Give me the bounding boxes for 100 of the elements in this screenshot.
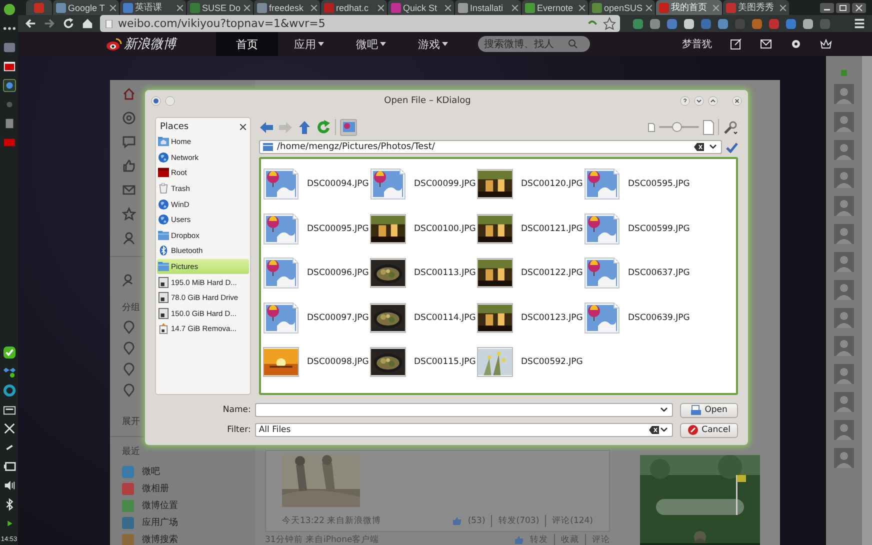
close-icon[interactable] [852, 2, 866, 12]
file-item[interactable]: DSC00123.JPG [477, 296, 584, 340]
avatar-icon[interactable] [834, 420, 854, 440]
extension-icon[interactable] [802, 18, 814, 30]
help-icon[interactable] [680, 96, 690, 106]
app-link[interactable]: 微相册 [122, 480, 255, 497]
file-item[interactable]: DSC00097.JPG [263, 296, 370, 340]
restore-icon[interactable] [836, 2, 850, 12]
avatar-icon[interactable] [834, 84, 854, 104]
extension-icon[interactable] [683, 18, 695, 30]
file-item[interactable]: DSC00637.JPG [584, 251, 691, 296]
home-icon[interactable] [81, 17, 94, 30]
browser-tab[interactable]: Installati [455, 0, 521, 15]
browser-tab[interactable]: Google T [53, 0, 119, 15]
search-icon[interactable] [568, 39, 578, 49]
thumbs-up-icon[interactable] [514, 535, 524, 545]
star-icon[interactable] [122, 207, 136, 221]
browser-icon[interactable] [2, 79, 16, 92]
file-item[interactable]: DSC00114.JPG [370, 296, 477, 340]
address-bar[interactable]: weibo.com/vikiyou?topnav=1&wvr=5 [100, 15, 620, 32]
crown-icon[interactable] [820, 38, 832, 50]
file-item[interactable]: DSC00094.JPG [263, 162, 370, 206]
filter-field[interactable]: All Files [254, 423, 674, 437]
dropdown-icon[interactable] [659, 426, 670, 434]
file-item[interactable]: DSC00095.JPG [263, 206, 370, 251]
battery-icon[interactable] [2, 460, 16, 473]
app-link[interactable]: 微博位置 [122, 497, 255, 514]
file-item[interactable]: DSC00599.JPG [584, 206, 691, 251]
minimize-icon[interactable] [820, 2, 834, 12]
browser-tab[interactable]: 英语课 [120, 0, 186, 15]
app-link[interactable]: 微吧 [122, 463, 255, 480]
avatar-icon[interactable] [834, 140, 854, 160]
app-link[interactable]: 应用广场 [122, 514, 255, 531]
location-pin-icon[interactable] [122, 362, 136, 376]
browser-tab[interactable]: Quick St [388, 0, 454, 15]
file-item[interactable]: DSC00120.JPG [477, 162, 584, 206]
file-item[interactable]: DSC00121.JPG [477, 206, 584, 251]
star-icon[interactable] [603, 17, 616, 30]
avatar-icon[interactable] [834, 224, 854, 244]
browser-tab[interactable]: Evernote [522, 0, 588, 15]
clear-icon[interactable] [694, 143, 704, 151]
dropdown-icon[interactable] [659, 406, 670, 414]
thumbs-up-icon[interactable] [452, 516, 462, 526]
extension-icon[interactable] [717, 18, 729, 30]
dropbox-icon[interactable] [2, 365, 16, 378]
file-item[interactable]: DSC00100.JPG [370, 206, 477, 251]
browser-tab[interactable]: redhat.c [321, 0, 387, 15]
avatar-icon[interactable] [834, 364, 854, 384]
file-item[interactable]: DSC00098.JPG [263, 340, 370, 384]
path-field[interactable]: /home/mengz/Pictures/Photos/Test/ [259, 140, 722, 154]
nav-item[interactable]: 游戏 [402, 32, 464, 56]
avatar-icon[interactable] [834, 336, 854, 356]
maximize-icon[interactable] [708, 96, 718, 106]
browser-tab[interactable]: SUSE Do [187, 0, 253, 15]
avatar-icon[interactable] [834, 112, 854, 132]
open-button[interactable]: Open [680, 402, 738, 418]
avatar-icon[interactable] [834, 448, 854, 468]
file-item[interactable]: DSC00099.JPG [370, 162, 477, 206]
file-item[interactable]: DSC00115.JPG [370, 340, 477, 384]
nav-item[interactable]: 首页 [216, 32, 278, 56]
mail-icon[interactable] [760, 38, 772, 50]
settings-icon[interactable] [790, 38, 802, 50]
user-name[interactable]: 梦普犹 [682, 37, 712, 51]
browser-tab[interactable]: 我的首页 [656, 0, 722, 15]
thumbs-up-icon[interactable] [122, 159, 136, 173]
file-item[interactable]: DSC00595.JPG [584, 162, 691, 206]
browser-tab[interactable]: openSUS [589, 0, 655, 15]
comment-icon[interactable] [122, 135, 136, 149]
slider-thumb[interactable] [672, 122, 682, 132]
nav-item[interactable]: 微吧 [340, 32, 402, 56]
location-pin-icon[interactable] [122, 320, 136, 334]
menu-icon[interactable] [853, 17, 866, 30]
file-item[interactable]: DSC00113.JPG [370, 251, 477, 296]
location-pin-icon[interactable] [122, 340, 136, 354]
scissors-icon[interactable] [2, 422, 16, 435]
search-field[interactable]: 搜索微博、找人 [478, 36, 590, 52]
avatar-icon[interactable] [834, 168, 854, 188]
file-item[interactable]: DSC00096.JPG [263, 251, 370, 296]
avatar-icon[interactable] [834, 196, 854, 216]
app-launcher-icon[interactable] [2, 3, 16, 16]
avatar-icon[interactable] [834, 392, 854, 412]
extension-icon[interactable] [649, 18, 661, 30]
cancel-button[interactable]: Cancel [680, 422, 738, 438]
file-item[interactable]: DSC00122.JPG [477, 251, 584, 296]
avatar-icon[interactable] [834, 252, 854, 272]
dropdown-icon[interactable] [708, 143, 718, 151]
check-icon[interactable] [726, 142, 738, 152]
avatar-icon[interactable] [834, 280, 854, 300]
volume-icon[interactable] [2, 479, 16, 492]
zoom-slider[interactable] [659, 122, 699, 132]
browser-tab[interactable]: 美图秀秀 [723, 0, 789, 15]
ring-icon[interactable] [2, 384, 16, 397]
check-icon[interactable] [2, 346, 16, 359]
window-icon[interactable] [2, 60, 16, 73]
avatar-icon[interactable] [834, 308, 854, 328]
preview-toggle[interactable] [340, 118, 357, 136]
close-icon[interactable] [240, 124, 246, 130]
up-icon[interactable] [297, 120, 312, 134]
close-icon[interactable] [732, 96, 742, 106]
at-icon[interactable] [122, 111, 136, 125]
